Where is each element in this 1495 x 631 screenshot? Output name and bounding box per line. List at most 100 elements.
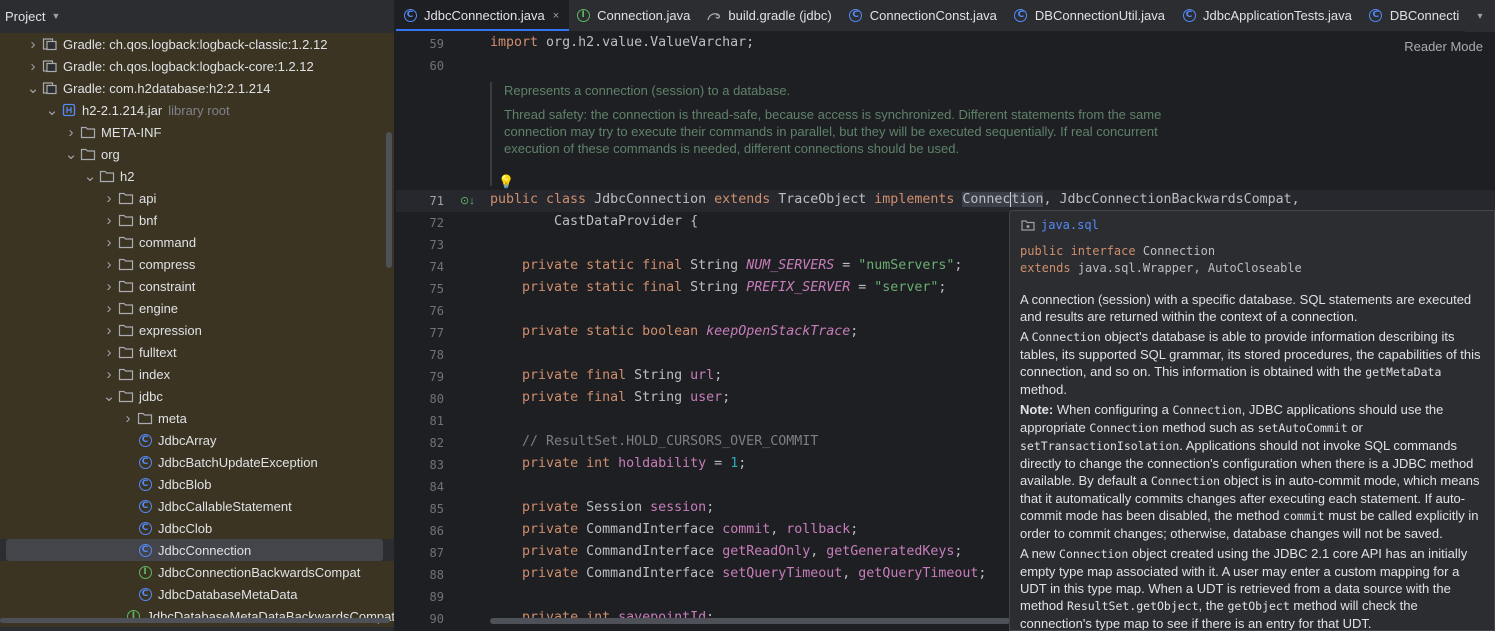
horizontal-scrollbar[interactable] bbox=[0, 618, 390, 623]
line-number[interactable]: 89 bbox=[404, 590, 444, 604]
chevron-right-icon[interactable]: › bbox=[26, 58, 40, 75]
tree-item[interactable]: ⌄ jdbc bbox=[0, 385, 394, 407]
chevron-right-icon[interactable]: › bbox=[26, 36, 40, 53]
chevron-right-icon[interactable]: › bbox=[102, 190, 116, 207]
line-number[interactable]: 90 bbox=[404, 612, 444, 626]
tabs-overflow-icon[interactable]: ▾ bbox=[1465, 0, 1495, 32]
chevron-down-icon[interactable]: ▼ bbox=[51, 11, 60, 21]
editor-tab[interactable]: C DBConnectionUtil.java bbox=[1007, 0, 1175, 31]
tree-item[interactable]: › command bbox=[0, 231, 394, 253]
code-line-75[interactable]: private static final String PREFIX_SERVE… bbox=[490, 280, 946, 295]
reader-mode-button[interactable]: Reader Mode bbox=[1400, 37, 1487, 56]
code-line-86[interactable]: private CommandInterface commit, rollbac… bbox=[490, 522, 858, 537]
code-line-77[interactable]: private static boolean keepOpenStackTrac… bbox=[490, 324, 858, 339]
tree-item[interactable]: › expression bbox=[0, 319, 394, 341]
tree-item[interactable]: › META-INF bbox=[0, 121, 394, 143]
editor-tab[interactable]: C JdbcApplicationTests.java bbox=[1175, 0, 1362, 31]
line-number[interactable]: 80 bbox=[404, 392, 444, 406]
tree-item[interactable]: C JdbcBlob bbox=[0, 473, 394, 495]
tree-item[interactable]: ⌄ org bbox=[0, 143, 394, 165]
code-line-85[interactable]: private Session session; bbox=[490, 500, 714, 515]
editor-tab[interactable]: I Connection.java bbox=[569, 0, 700, 31]
line-number[interactable]: 73 bbox=[404, 238, 444, 252]
sig-supertypes[interactable]: java.sql.Wrapper, AutoCloseable bbox=[1078, 261, 1302, 275]
line-number[interactable]: 83 bbox=[404, 458, 444, 472]
line-number[interactable]: 60 bbox=[404, 59, 444, 73]
line-number[interactable]: 76 bbox=[404, 304, 444, 318]
tree-item[interactable]: ⌄ h2-2.1.214.jar library root bbox=[0, 99, 394, 121]
vertical-scrollbar[interactable] bbox=[386, 132, 392, 268]
line-number[interactable]: 74 bbox=[404, 260, 444, 274]
lightbulb-icon[interactable]: 💡 bbox=[498, 174, 514, 190]
tree-item[interactable]: ⌄ Gradle: com.h2database:h2:2.1.214 bbox=[0, 77, 394, 99]
tree-item[interactable]: C JdbcDatabaseMetaData bbox=[0, 583, 394, 605]
code-line-87[interactable]: private CommandInterface getReadOnly, ge… bbox=[490, 544, 962, 559]
editor-horizontal-scrollbar[interactable] bbox=[490, 618, 1010, 624]
close-icon[interactable]: × bbox=[553, 10, 559, 22]
chevron-right-icon[interactable]: › bbox=[102, 256, 116, 273]
tree-item[interactable]: › api bbox=[0, 187, 394, 209]
tree-item[interactable]: › constraint bbox=[0, 275, 394, 297]
tree-item[interactable]: › compress bbox=[0, 253, 394, 275]
tree-item[interactable]: C JdbcClob bbox=[0, 517, 394, 539]
line-number[interactable]: 79 bbox=[404, 370, 444, 384]
tree-item[interactable]: › fulltext bbox=[0, 341, 394, 363]
chevron-right-icon[interactable]: › bbox=[102, 278, 116, 295]
tree-item[interactable]: › bnf bbox=[0, 209, 394, 231]
chevron-down-icon[interactable]: ⌄ bbox=[26, 79, 40, 97]
editor-tab[interactable]: C ConnectionConst.java bbox=[842, 0, 1007, 31]
code-line-79[interactable]: private final String url; bbox=[490, 368, 722, 383]
line-number[interactable]: 82 bbox=[404, 436, 444, 450]
tree-item[interactable]: › Gradle: ch.qos.logback:logback-core:1.2… bbox=[0, 55, 394, 77]
tree-item[interactable]: › index bbox=[0, 363, 394, 385]
code-line-88[interactable]: private CommandInterface setQueryTimeout… bbox=[490, 566, 986, 581]
chevron-down-icon[interactable]: ⌄ bbox=[64, 145, 78, 163]
code-line-83[interactable]: private int holdability = 1; bbox=[490, 456, 746, 471]
chevron-right-icon[interactable]: › bbox=[102, 234, 116, 251]
tree-item[interactable]: › meta bbox=[0, 407, 394, 429]
tree-item[interactable]: C JdbcBatchUpdateException bbox=[0, 451, 394, 473]
code-line-71[interactable]: public class JdbcConnection extends Trac… bbox=[490, 192, 1300, 207]
code-line-80[interactable]: private final String user; bbox=[490, 390, 730, 405]
code-line-82[interactable]: // ResultSet.HOLD_CURSORS_OVER_COMMIT bbox=[490, 434, 818, 449]
line-number[interactable]: 72 bbox=[404, 216, 444, 230]
doc-package-link[interactable]: java.sql bbox=[1020, 217, 1484, 233]
editor-tab[interactable]: build.gradle (jdbc) bbox=[700, 0, 841, 31]
chevron-right-icon[interactable]: › bbox=[102, 366, 116, 383]
project-header[interactable]: Project ▼ bbox=[0, 0, 394, 32]
chevron-right-icon[interactable]: › bbox=[121, 410, 135, 427]
tree-item[interactable]: › Gradle: ch.qos.logback:logback-classic:… bbox=[0, 33, 394, 55]
editor-tab[interactable]: C JdbcConnection.java × bbox=[396, 0, 570, 31]
tree-item[interactable]: C JdbcCallableStatement bbox=[0, 495, 394, 517]
code-line-74[interactable]: private static final String NUM_SERVERS … bbox=[490, 258, 962, 273]
line-number[interactable]: 75 bbox=[404, 282, 444, 296]
line-number[interactable]: 78 bbox=[404, 348, 444, 362]
chevron-right-icon[interactable]: › bbox=[102, 212, 116, 229]
line-number[interactable]: 81 bbox=[404, 414, 444, 428]
tree-item[interactable]: C JdbcArray bbox=[0, 429, 394, 451]
editor-tab[interactable]: C DBConnecti bbox=[1362, 0, 1469, 31]
chevron-right-icon[interactable]: › bbox=[102, 344, 116, 361]
chevron-down-icon[interactable]: ⌄ bbox=[83, 167, 97, 185]
code-line-72[interactable]: CastDataProvider { bbox=[490, 214, 698, 229]
chevron-down-icon[interactable]: ⌄ bbox=[102, 387, 116, 405]
line-number[interactable]: 86 bbox=[404, 524, 444, 538]
tree-item[interactable]: ⌄ h2 bbox=[0, 165, 394, 187]
tree-item[interactable]: C JdbcConnection bbox=[0, 539, 394, 561]
line-number[interactable]: 88 bbox=[404, 568, 444, 582]
line-number[interactable]: 77 bbox=[404, 326, 444, 340]
tree-item[interactable]: I JdbcDatabaseMetaDataBackwardsCompat bbox=[0, 605, 394, 627]
line-number-gutter[interactable]: 59 60 71 72 73 74 75 76 77 78 79 80 81 82 83 84 85 86 87 88… bbox=[396, 32, 486, 631]
chevron-right-icon[interactable]: › bbox=[102, 300, 116, 317]
line-number[interactable]: 85 bbox=[404, 502, 444, 516]
line-number[interactable]: 84 bbox=[404, 480, 444, 494]
line-number[interactable]: 87 bbox=[404, 546, 444, 560]
line-number[interactable]: 71 bbox=[404, 194, 444, 208]
documentation-popup[interactable]: java.sql public interface Connection ext… bbox=[1009, 210, 1495, 631]
chevron-down-icon[interactable]: ⌄ bbox=[45, 101, 59, 119]
tree-item[interactable]: › engine bbox=[0, 297, 394, 319]
implements-gutter-icon[interactable]: ⊙↓ bbox=[460, 194, 475, 207]
tree-item[interactable]: I JdbcConnectionBackwardsCompat bbox=[0, 561, 394, 583]
chevron-right-icon[interactable]: › bbox=[102, 322, 116, 339]
line-number[interactable]: 59 bbox=[404, 37, 444, 51]
